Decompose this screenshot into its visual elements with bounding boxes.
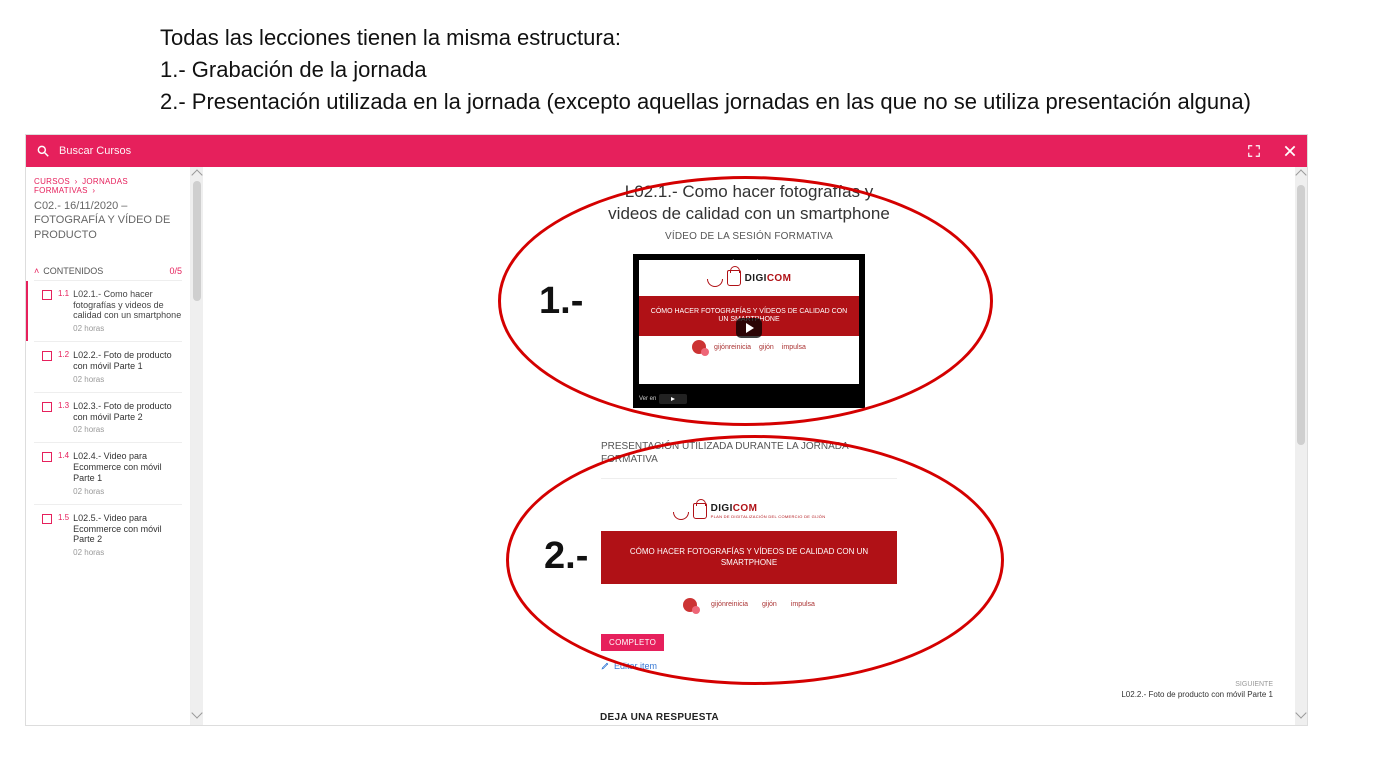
complete-button[interactable]: COMPLETO [601, 634, 664, 651]
checkbox-icon[interactable] [42, 402, 52, 412]
lesson-duration: 02 horas [73, 375, 182, 384]
uc-logo-icon [692, 340, 706, 354]
presentation-section-label: PRESENTACIÓN UTILIZADA DURANTE LA JORNAD… [601, 440, 897, 466]
lesson-index: 1.5 [58, 513, 69, 557]
sponsor-row: gijónreinicia gijón impulsa [601, 590, 897, 620]
scroll-up-icon[interactable] [191, 169, 202, 180]
chevron-right-icon: › [92, 186, 95, 195]
video-player[interactable]: COMO HACER FOTOGRAFÍAS Y VÍ… DIGICOM CÓM… [633, 254, 865, 408]
divider [601, 478, 897, 479]
checkbox-icon[interactable] [42, 351, 52, 361]
contents-header[interactable]: ˄ CONTENIDOS 0/5 [34, 266, 182, 280]
annotation-label-1: 1.- [539, 280, 583, 323]
lesson-index: 1.1 [58, 289, 69, 333]
lesson-index: 1.2 [58, 350, 69, 384]
edit-item-link[interactable]: Editar item [601, 661, 897, 671]
sponsor-b: gijón [762, 601, 777, 608]
lesson-index: 1.3 [58, 401, 69, 435]
watch-on-label: Ver en [639, 396, 656, 402]
sidebar-item-lesson-4[interactable]: 1.4 L02.4.- Video para Ecommerce con móv… [34, 442, 182, 503]
lesson-duration: 02 horas [73, 425, 182, 434]
next-lesson-nav[interactable]: SIGUIENTE L02.2.- Foto de producto con m… [1121, 681, 1273, 699]
checkbox-icon[interactable] [42, 514, 52, 524]
main-content: L02.1.- Como hacer fotografías y videos … [203, 167, 1295, 725]
uc-logo-icon [683, 598, 697, 612]
lesson-duration: 02 horas [73, 487, 182, 496]
sponsor-b: gijón [759, 344, 774, 351]
sidebar-item-lesson-5[interactable]: 1.5 L02.5.- Video para Ecommerce con móv… [34, 504, 182, 565]
lesson-title: L02.1.- Como hacer fotografías y videos … [73, 289, 182, 321]
lms-screenshot: Buscar Cursos CURSOS › JORNADAS FORMATIV… [25, 134, 1308, 726]
lesson-title: L02.3.- Foto de producto con móvil Parte… [73, 401, 182, 423]
lesson-title: L02.5.- Video para Ecommerce con móvil P… [73, 513, 182, 545]
scroll-down-icon[interactable] [191, 707, 202, 718]
chevron-right-icon: › [75, 177, 78, 186]
leave-reply-heading: DEJA UNA RESPUESTA [600, 712, 719, 723]
sponsor-c: impulsa [782, 344, 806, 351]
lesson-duration: 02 horas [73, 324, 182, 333]
annotation-label-2: 2.- [544, 535, 588, 578]
lesson-duration: 02 horas [73, 548, 182, 557]
digicom-logo: DIGICOM PLAN DE DIGITALIZACIÓN DEL COMER… [673, 503, 826, 519]
video-section-label: VÍDEO DE LA SESIÓN FORMATIVA [599, 231, 899, 242]
sidebar-item-lesson-3[interactable]: 1.3 L02.3.- Foto de producto con móvil P… [34, 392, 182, 443]
scrollbar-thumb[interactable] [193, 181, 201, 301]
close-icon[interactable] [1283, 144, 1297, 158]
search-icon[interactable] [36, 144, 50, 158]
sidebar-item-lesson-2[interactable]: 1.2 L02.2.- Foto de producto con móvil P… [34, 341, 182, 392]
sponsor-row: gijónreinicia gijón impulsa [639, 336, 859, 358]
sidebar: CURSOS › JORNADAS FORMATIVAS › C02.- 16/… [26, 167, 191, 725]
sidebar-scrollbar[interactable] [191, 167, 203, 725]
intro-text: Todas las lecciones tienen la misma estr… [0, 0, 1387, 128]
lesson-index: 1.4 [58, 451, 69, 495]
breadcrumb-a[interactable]: CURSOS [34, 177, 70, 186]
intro-line-1: Todas las lecciones tienen la misma estr… [160, 22, 1387, 54]
intro-line-3: 2.- Presentación utilizada en la jornada… [160, 86, 1387, 118]
scroll-down-icon[interactable] [1295, 707, 1306, 718]
checkbox-icon[interactable] [42, 452, 52, 462]
fullscreen-icon[interactable] [1247, 144, 1261, 158]
search-input[interactable]: Buscar Cursos [59, 145, 131, 157]
presentation-banner-text: CÓMO HACER FOTOGRAFÍAS Y VÍDEOS DE CALID… [601, 531, 897, 584]
sponsor-a: gijónreinicia [711, 601, 748, 608]
contents-count: 0/5 [169, 266, 182, 276]
topbar: Buscar Cursos [26, 135, 1307, 167]
next-name: L02.2.- Foto de producto con móvil Parte… [1121, 690, 1273, 699]
digicom-logo: DIGICOM [707, 270, 792, 286]
contents-label: CONTENIDOS [43, 266, 103, 276]
breadcrumb[interactable]: CURSOS › JORNADAS FORMATIVAS › [34, 177, 182, 195]
page-title: L02.1.- Como hacer fotografías y videos … [599, 181, 899, 225]
next-label: SIGUIENTE [1121, 681, 1273, 688]
scrollbar-thumb[interactable] [1297, 185, 1305, 445]
youtube-icon [659, 394, 687, 404]
chevron-up-icon: ˄ [34, 266, 39, 276]
edit-item-label: Editar item [614, 661, 657, 671]
sidebar-item-lesson-1[interactable]: 1.1 L02.1.- Como hacer fotografías y vid… [34, 280, 182, 341]
sponsor-a: gijónreinicia [714, 344, 751, 351]
lesson-title: L02.2.- Foto de producto con móvil Parte… [73, 350, 182, 372]
play-icon[interactable] [736, 318, 762, 338]
lesson-title: L02.4.- Video para Ecommerce con móvil P… [73, 451, 182, 483]
scroll-up-icon[interactable] [1295, 169, 1306, 180]
checkbox-icon[interactable] [42, 290, 52, 300]
main-scrollbar[interactable] [1295, 167, 1307, 725]
intro-line-2: 1.- Grabación de la jornada [160, 54, 1387, 86]
presentation-card[interactable]: DIGICOM PLAN DE DIGITALIZACIÓN DEL COMER… [601, 491, 897, 620]
sponsor-c: impulsa [791, 601, 815, 608]
course-title: C02.- 16/11/2020 – FOTOGRAFÍA Y VÍDEO DE… [34, 199, 182, 242]
digicom-subtitle: PLAN DE DIGITALIZACIÓN DEL COMERCIO DE G… [711, 514, 826, 519]
pencil-icon [601, 661, 610, 670]
youtube-watch-on[interactable]: Ver en [639, 394, 687, 404]
